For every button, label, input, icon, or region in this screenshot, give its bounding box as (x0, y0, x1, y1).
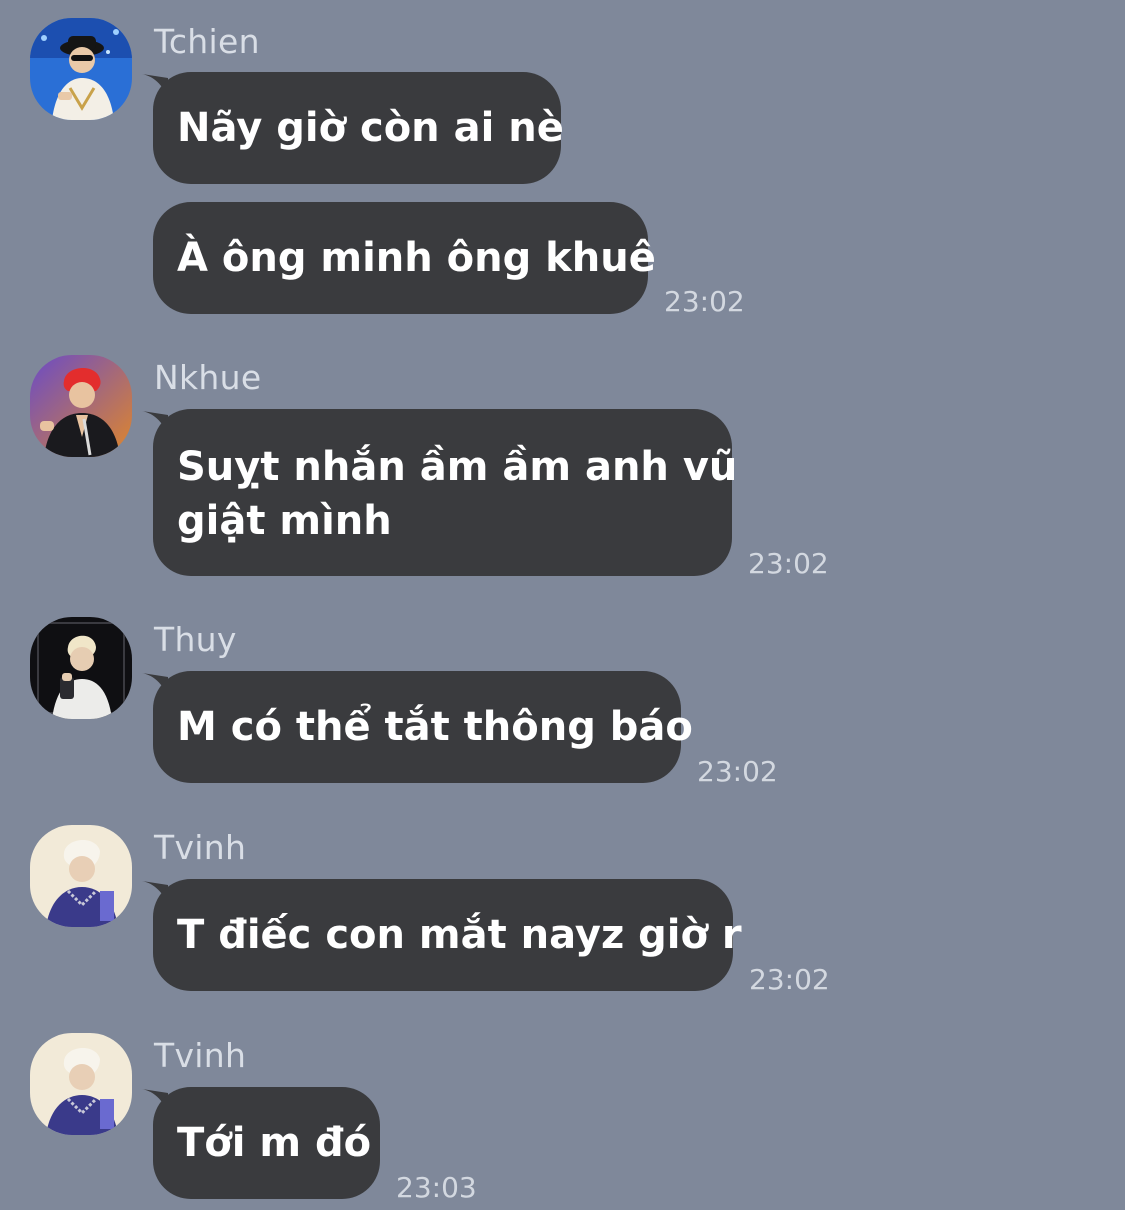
message-bubble[interactable]: Tới m đó (153, 1087, 380, 1199)
message-timestamp: 23:02 (697, 755, 778, 788)
message-text: M có thể tắt thông báo (177, 704, 693, 750)
sender-name: Tvinh (154, 828, 247, 867)
message-timestamp: 23:03 (396, 1171, 477, 1204)
message-timestamp: 23:02 (664, 285, 745, 318)
avatar-tvinh[interactable] (30, 825, 132, 927)
sender-name: Tchien (154, 22, 260, 61)
avatar-image (30, 617, 132, 719)
message-text-line: Suỵt nhắn ầm ầm anh vũ (177, 444, 738, 490)
message-bubble[interactable]: T điếc con mắt nayz giờ r (153, 879, 742, 991)
avatar-nkhue[interactable] (30, 355, 132, 457)
message-bubble[interactable]: Suỵt nhắn ầm ầm anh vũ giật mình (153, 409, 738, 576)
message-text: À ông minh ông khuê (177, 235, 656, 281)
message-timestamp: 23:02 (749, 963, 830, 996)
avatar-image (30, 825, 132, 927)
avatar-image (30, 18, 132, 120)
avatar-thuy[interactable] (30, 617, 132, 719)
sender-name: Tvinh (154, 1036, 247, 1075)
message-text: T điếc con mắt nayz giờ r (177, 912, 742, 958)
message-bubble[interactable]: À ông minh ông khuê (153, 202, 656, 314)
message-text-line: giật mình (177, 498, 392, 544)
avatar-tchien[interactable] (30, 18, 132, 120)
chat-message-list[interactable]: Tchien Nãy giờ còn ai nè À ông minh ông … (0, 0, 1125, 1210)
message-text: Tới m đó (177, 1120, 372, 1166)
message-timestamp: 23:02 (748, 547, 829, 580)
message-bubble[interactable]: Nãy giờ còn ai nè (153, 72, 564, 184)
message-bubble[interactable]: M có thể tắt thông báo (153, 671, 693, 783)
message-text: Nãy giờ còn ai nè (177, 105, 564, 151)
avatar-image (30, 355, 132, 457)
sender-name: Nkhue (154, 358, 262, 397)
sender-name: Thuy (154, 620, 237, 659)
avatar-tvinh[interactable] (30, 1033, 132, 1135)
avatar-image (30, 1033, 132, 1135)
